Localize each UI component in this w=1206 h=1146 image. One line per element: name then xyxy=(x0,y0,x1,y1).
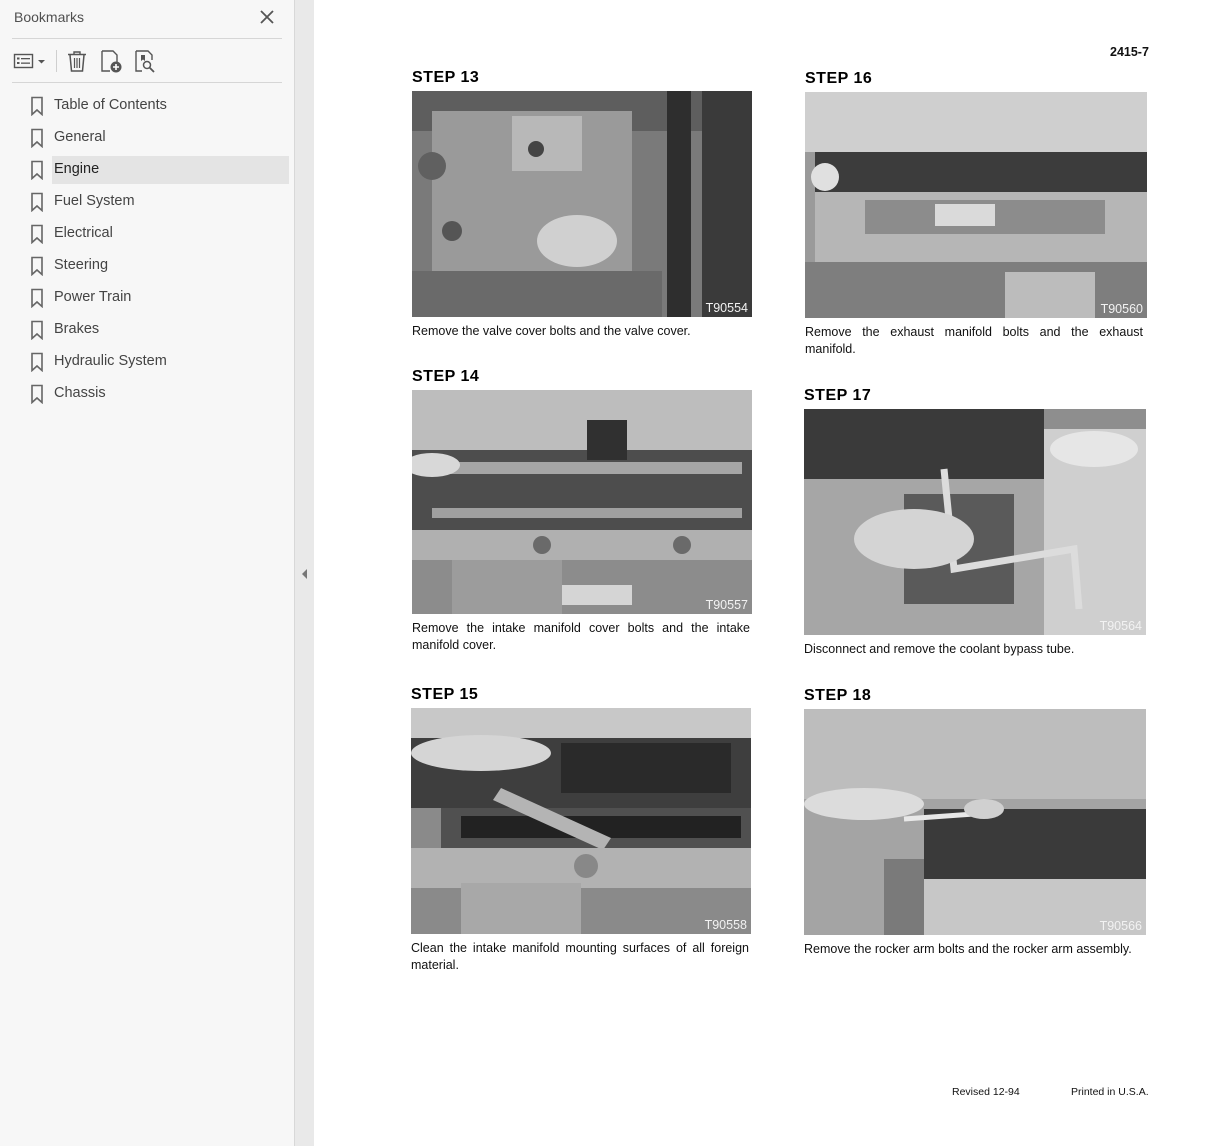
step-16: STEP 16 T90560 Remove the exhaust manifo… xyxy=(805,70,1147,358)
photo-code: T90557 xyxy=(705,598,748,612)
step-photo: T90554 xyxy=(412,91,752,317)
bookmark-icon xyxy=(31,288,43,308)
bookmark-label: Brakes xyxy=(54,321,100,337)
photo-code: T90560 xyxy=(1100,302,1143,316)
step-caption: Remove the rocker arm bolts and the rock… xyxy=(804,942,1132,956)
bookmark-label: Table of Contents xyxy=(54,97,167,113)
step-17: STEP 17 T90564 Disconnect and remove the… xyxy=(804,387,1146,658)
step-title: STEP 13 xyxy=(412,69,480,86)
photo-code: T90554 xyxy=(705,301,748,315)
step-caption: Remove the intake manifold cover bolts a… xyxy=(412,621,750,652)
bookmark-steering[interactable]: Steering xyxy=(0,250,295,282)
page-number: 2415-7 xyxy=(1110,45,1149,59)
bookmark-list: Table of Contents General Engine Fuel Sy… xyxy=(0,90,295,410)
toolbar-divider xyxy=(56,50,57,72)
step-caption: Remove the valve cover bolts and the val… xyxy=(412,324,691,338)
bookmark-label: Power Train xyxy=(54,289,132,305)
step-photo: T90566 xyxy=(804,709,1146,935)
divider xyxy=(12,38,282,39)
panel-splitter[interactable] xyxy=(295,0,314,1146)
step-title: STEP 16 xyxy=(805,70,873,87)
step-caption: Disconnect and remove the coolant bypass… xyxy=(804,642,1075,656)
bookmark-fuel-system[interactable]: Fuel System xyxy=(0,186,295,218)
bookmark-icon xyxy=(31,352,43,372)
bookmark-icon xyxy=(31,224,43,244)
step-photo: T90557 xyxy=(412,390,752,614)
footer-printed: Printed in U.S.A. xyxy=(1071,1086,1149,1098)
photo-code: T90566 xyxy=(1099,919,1142,933)
bookmark-icon xyxy=(31,192,43,212)
bookmark-power-train[interactable]: Power Train xyxy=(0,282,295,314)
bookmarks-panel: Bookmarks Table of Contents General Engi… xyxy=(0,0,295,1146)
bookmark-icon xyxy=(31,128,43,148)
step-caption: Remove the exhaust manifold bolts and th… xyxy=(805,325,1143,356)
bookmark-label: Engine xyxy=(54,161,100,177)
bookmark-icon xyxy=(31,96,43,116)
bookmark-icon xyxy=(31,384,43,404)
bookmark-label: Hydraulic System xyxy=(54,353,167,369)
bookmark-icon xyxy=(31,160,43,180)
divider xyxy=(12,82,282,83)
bookmark-table-of-contents[interactable]: Table of Contents xyxy=(0,90,295,122)
step-13: STEP 13 T90554 Remove the valve cover bo… xyxy=(412,69,754,340)
collapse-panel-icon[interactable] xyxy=(299,566,309,582)
step-title: STEP 17 xyxy=(804,387,872,404)
bookmark-icon xyxy=(31,256,43,276)
find-bookmark-icon[interactable] xyxy=(132,48,158,74)
step-14: STEP 14 T90557 Remove the intake manifol… xyxy=(412,368,754,654)
bookmark-label: General xyxy=(54,129,106,145)
bookmark-brakes[interactable]: Brakes xyxy=(0,314,295,346)
bookmark-options-icon[interactable] xyxy=(12,48,48,74)
step-photo: T90560 xyxy=(805,92,1147,318)
step-18: STEP 18 T90566 Remove the rocker arm bol… xyxy=(804,687,1146,958)
bookmark-label: Steering xyxy=(54,257,109,273)
bookmark-electrical[interactable]: Electrical xyxy=(0,218,295,250)
step-title: STEP 15 xyxy=(411,686,479,703)
document-page: 2415-7 STEP 13 T90554 Remove the valve c… xyxy=(314,0,1206,1146)
footer-revised: Revised 12-94 xyxy=(952,1086,1020,1098)
bookmark-hydraulic-system[interactable]: Hydraulic System xyxy=(0,346,295,378)
step-caption: Clean the intake manifold mounting surfa… xyxy=(411,941,749,972)
step-photo: T90558 xyxy=(411,708,751,934)
trash-icon[interactable] xyxy=(64,48,90,74)
bookmark-engine[interactable]: Engine xyxy=(0,154,295,186)
bookmark-label: Electrical xyxy=(54,225,113,241)
bookmark-icon xyxy=(31,320,43,340)
photo-code: T90564 xyxy=(1099,619,1142,633)
bookmarks-title: Bookmarks xyxy=(14,9,85,25)
photo-code: T90558 xyxy=(704,918,747,932)
close-icon[interactable] xyxy=(258,8,276,26)
step-15: STEP 15 T90558 Clean the intake manifold… xyxy=(411,686,753,974)
bookmark-general[interactable]: General xyxy=(0,122,295,154)
add-bookmark-icon[interactable] xyxy=(98,48,124,74)
bookmark-label: Chassis xyxy=(54,385,106,401)
step-title: STEP 14 xyxy=(412,368,480,385)
bookmarks-header: Bookmarks xyxy=(0,0,295,38)
step-title: STEP 18 xyxy=(804,687,872,704)
step-photo: T90564 xyxy=(804,409,1146,635)
bookmarks-toolbar xyxy=(0,44,295,78)
bookmark-label: Fuel System xyxy=(54,193,135,209)
bookmark-chassis[interactable]: Chassis xyxy=(0,378,295,410)
